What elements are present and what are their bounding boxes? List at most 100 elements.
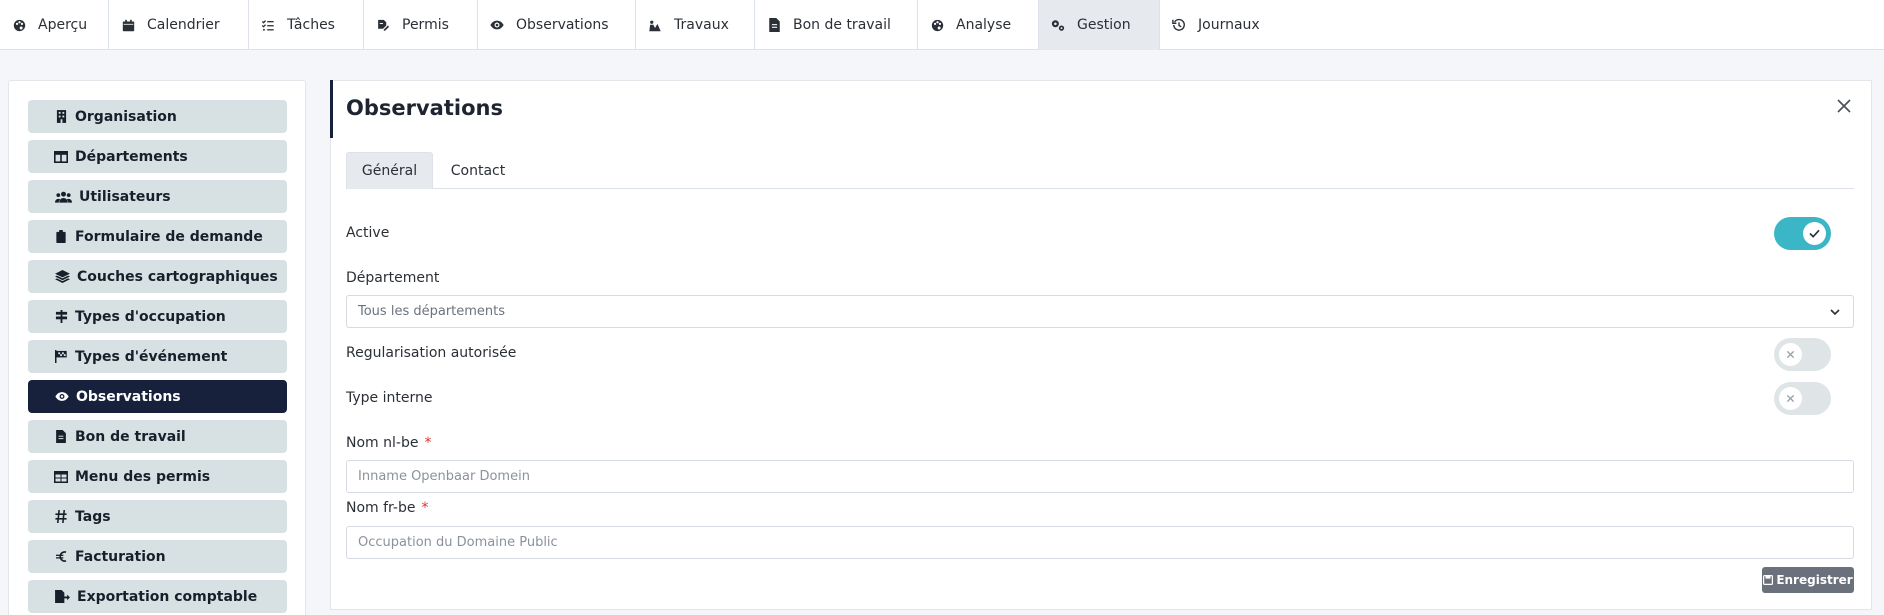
sidebar-item-facturation[interactable]: Facturation xyxy=(28,540,287,573)
toggle-knob xyxy=(1779,387,1802,410)
tab-general[interactable]: Général xyxy=(346,152,433,189)
file-export-icon xyxy=(54,590,70,604)
sidebar-item-label: Observations xyxy=(76,388,181,405)
file-icon xyxy=(54,430,68,444)
tab-permis[interactable]: Permis xyxy=(364,0,478,50)
sidebar-item-label: Facturation xyxy=(75,548,166,565)
internal-type-label: Type interne xyxy=(346,390,433,406)
close-button[interactable] xyxy=(1834,96,1854,116)
sidebar-item-label: Tags xyxy=(75,508,111,525)
tab-taches[interactable]: Tâches xyxy=(249,0,364,50)
columns-icon xyxy=(54,150,68,164)
sidebar-item-observations[interactable]: Observations xyxy=(28,380,287,413)
sidebar-item-label: Départements xyxy=(75,148,188,165)
sidebar-item-couches-cartographiques[interactable]: Couches cartographiques xyxy=(28,260,287,293)
tab-label: Permis xyxy=(402,17,449,33)
file-icon xyxy=(767,18,781,32)
sidebar-item-label: Utilisateurs xyxy=(79,188,171,205)
tab-label: Tâches xyxy=(287,17,335,33)
regularisation-label: Regularisation autorisée xyxy=(346,345,517,361)
internal-type-toggle[interactable] xyxy=(1774,382,1831,415)
table-icon xyxy=(54,470,68,484)
tab-label: Travaux xyxy=(674,17,729,33)
tab-gestion[interactable]: Gestion xyxy=(1039,0,1160,50)
department-select[interactable]: Tous les départements xyxy=(346,295,1854,328)
history-icon xyxy=(1172,18,1186,32)
sidebar-item-bon-de-travail[interactable]: Bon de travail xyxy=(28,420,287,453)
tab-label: Analyse xyxy=(956,17,1012,33)
name-nl-input[interactable] xyxy=(346,460,1854,493)
tab-journaux[interactable]: Journaux xyxy=(1160,0,1294,50)
name-nl-label: Nom nl-be * xyxy=(346,435,431,451)
x-icon xyxy=(1786,350,1795,359)
sidebar-item-label: Menu des permis xyxy=(75,468,211,485)
users-icon xyxy=(54,190,72,204)
sidebar-item-organisation[interactable]: Organisation xyxy=(28,100,287,133)
tab-label: Aperçu xyxy=(38,17,88,33)
regularisation-toggle[interactable] xyxy=(1774,338,1831,371)
sidebar-item-label: Exportation comptable xyxy=(77,588,258,605)
chevron-down-icon xyxy=(1830,309,1840,316)
x-icon xyxy=(1786,394,1795,403)
name-fr-input[interactable] xyxy=(346,526,1854,559)
clipboard-icon xyxy=(54,230,68,244)
panel-tabs: Général Contact xyxy=(346,152,1854,189)
tab-observations[interactable]: Observations xyxy=(478,0,636,50)
save-icon xyxy=(1763,575,1774,585)
sidebar-item-label: Types d'événement xyxy=(75,348,228,365)
sidebar-item-label: Bon de travail xyxy=(75,428,186,445)
tab-contact[interactable]: Contact xyxy=(433,152,523,189)
palette-icon xyxy=(930,18,944,32)
sidebar-item-utilisateurs[interactable]: Utilisateurs xyxy=(28,180,287,213)
tab-calendrier[interactable]: Calendrier xyxy=(109,0,249,50)
eye-icon xyxy=(490,18,504,32)
close-icon xyxy=(1837,99,1851,113)
page-title: Observations xyxy=(346,96,503,120)
euro-icon xyxy=(54,550,68,564)
toggle-knob xyxy=(1779,343,1802,366)
sidebar-item-label: Types d'occupation xyxy=(75,308,226,325)
toggle-knob xyxy=(1803,222,1826,245)
active-label: Active xyxy=(346,225,390,241)
active-toggle[interactable] xyxy=(1774,217,1831,250)
eye-icon xyxy=(54,390,69,404)
calendar-icon xyxy=(121,18,135,32)
flag-icon xyxy=(54,350,68,364)
tab-analyse[interactable]: Analyse xyxy=(918,0,1039,50)
required-mark: * xyxy=(424,435,432,451)
sidebar-item-formulaire-de-demande[interactable]: Formulaire de demande xyxy=(28,220,287,253)
save-button[interactable]: Enregistrer xyxy=(1762,567,1854,593)
tab-travaux[interactable]: Travaux xyxy=(636,0,755,50)
sidebar-item-types-d-occupation[interactable]: Types d'occupation xyxy=(28,300,287,333)
layers-icon xyxy=(54,270,70,284)
check-icon xyxy=(1809,229,1820,238)
sidebar-item-tags[interactable]: Tags xyxy=(28,500,287,533)
name-fr-label: Nom fr-be * xyxy=(346,500,428,516)
save-label: Enregistrer xyxy=(1776,573,1853,587)
gears-icon xyxy=(1051,18,1065,32)
sidebar-item-departements[interactable]: Départements xyxy=(28,140,287,173)
name-nl-label-text: Nom nl-be xyxy=(346,435,419,451)
sidebar-item-label: Couches cartographiques xyxy=(77,268,278,285)
file-signature-icon xyxy=(376,18,390,32)
hashtag-icon xyxy=(54,510,68,524)
signpost-icon xyxy=(54,310,68,324)
tab-bon-de-travail[interactable]: Bon de travail xyxy=(755,0,918,50)
tab-label: Journaux xyxy=(1198,17,1260,33)
sidebar-item-label: Organisation xyxy=(75,108,177,125)
tab-label: Observations xyxy=(516,17,609,33)
tab-label: Calendrier xyxy=(147,17,220,33)
top-navigation: Aperçu Calendrier Tâches Permis Observat… xyxy=(0,0,1884,50)
required-mark: * xyxy=(421,500,429,516)
sidebar-item-exportation-comptable[interactable]: Exportation comptable xyxy=(28,580,287,613)
tab-apercu[interactable]: Aperçu xyxy=(0,0,109,50)
department-select-value: Tous les départements xyxy=(358,304,506,319)
worker-icon xyxy=(648,18,662,32)
sidebar-item-menu-des-permis[interactable]: Menu des permis xyxy=(28,460,287,493)
sidebar-item-label: Formulaire de demande xyxy=(75,228,263,245)
tab-label: Gestion xyxy=(1077,17,1131,33)
settings-sidebar: Organisation Départements Utilisateurs F… xyxy=(8,80,306,615)
tab-label: Bon de travail xyxy=(793,17,891,33)
sidebar-item-types-d-evenement[interactable]: Types d'événement xyxy=(28,340,287,373)
name-fr-label-text: Nom fr-be xyxy=(346,500,416,516)
